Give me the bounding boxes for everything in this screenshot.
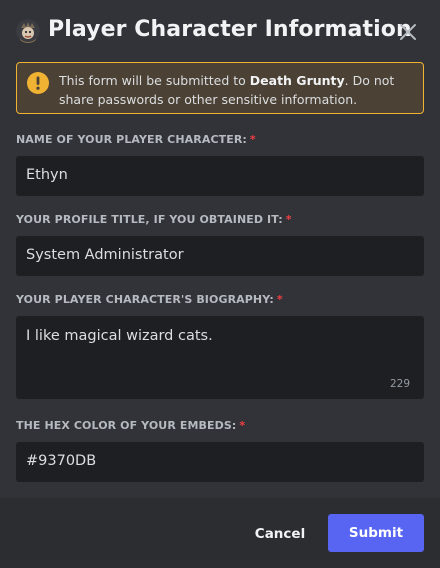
biography-value: I like magical wizard cats. [26,328,213,344]
close-icon[interactable] [396,20,420,44]
field-label-profile-title: YOUR PROFILE TITLE, IF YOU OBTAINED IT: * [16,213,292,226]
hex-color-value: #9370DB [26,453,97,469]
field-label-biography: YOUR PLAYER CHARACTER'S BIOGRAPHY: * [16,293,283,306]
profile-title-input[interactable]: System Administrator [16,236,424,276]
cancel-button[interactable]: Cancel [246,515,314,553]
hex-color-input[interactable]: #9370DB [16,442,424,482]
profile-title-value: System Administrator [26,247,184,263]
warning-icon [26,71,50,95]
field-label-hex-color: THE HEX COLOR OF YOUR EMBEDS: * [16,419,246,432]
modal-header: Player Character Information [0,0,440,62]
warning-notice: This form will be submitted to Death Gru… [16,62,424,114]
required-asterisk: * [239,419,246,432]
character-counter: 229 [389,378,410,390]
required-asterisk: * [249,133,256,146]
notice-text: This form will be submitted to Death Gru… [59,71,415,109]
character-name-input[interactable]: Ethyn [16,156,424,196]
character-avatar-icon [16,19,40,43]
field-label-name: NAME OF YOUR PLAYER CHARACTER: * [16,133,256,146]
required-asterisk: * [276,293,283,306]
required-asterisk: * [285,213,292,226]
character-name-value: Ethyn [26,167,68,183]
submit-button[interactable]: Submit [328,514,424,552]
modal-dialog: Player Character Information This form w… [0,0,440,568]
notice-recipient: Death Grunty [249,73,345,88]
notice-prefix: This form will be submitted to [59,73,250,88]
modal-footer: Cancel Submit [0,498,440,568]
modal-title: Player Character Information [48,17,412,42]
biography-textarea[interactable]: I like magical wizard cats. 229 [16,316,424,399]
